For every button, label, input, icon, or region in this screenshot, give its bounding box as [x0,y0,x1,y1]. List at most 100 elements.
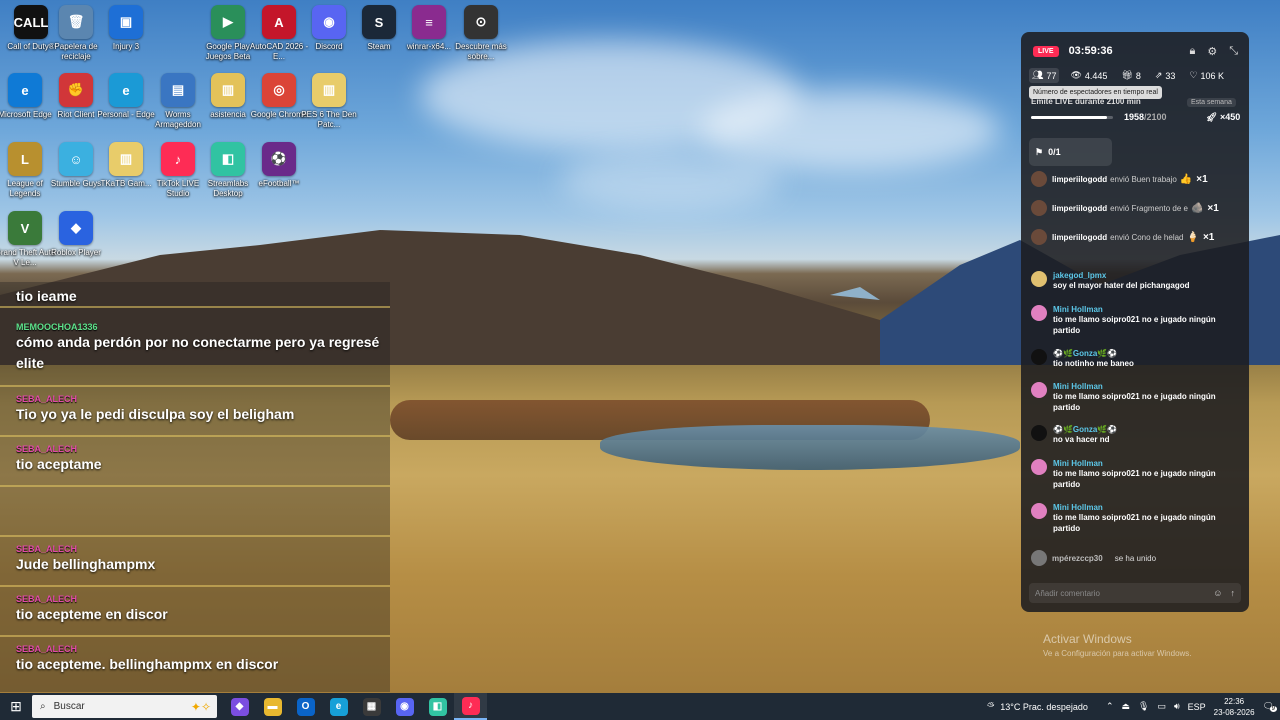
viewers-tooltip: Número de espectadores en tiempo real [1029,86,1162,99]
desktop-icon[interactable]: ▥ PES 6 The Den Patc... [298,73,360,130]
language-indicator[interactable]: ESP [1188,702,1206,712]
taskbar-app-file-explorer[interactable]: ▬ [256,693,289,720]
comment-author[interactable]: ⚽🌿Gonza🌿⚽ [1053,425,1117,434]
avatar [1031,305,1047,321]
chevron-up-icon[interactable]: ⌃ [1106,701,1114,712]
search-icon: ⌕ [40,701,46,712]
avatar [1031,382,1047,398]
comment-item: jakegod_lpmx soy el mayor hater del pich… [1031,271,1243,291]
comment-input[interactable]: Añadir comentario ☺ ↑ [1029,583,1241,603]
gift-action: envió Fragmento de e [1110,203,1188,213]
gift-event: limperiilogodd envió Cono de helad 🍦 ×1 [1031,228,1245,246]
app-icon: e [109,73,143,107]
comment-text: tio me llamo soipro021 no e jugado ningú… [1053,315,1216,335]
comment-text: tio me llamo soipro021 no e jugado ningú… [1053,513,1216,533]
collapse-icon[interactable]: ⤡ [1229,45,1238,58]
lock-icon[interactable]: 🔒︎ [1189,45,1195,58]
overlay-username: MEMOOCHOA1336 [16,322,98,332]
taskbar-app-edge[interactable]: e [322,693,355,720]
taskbar-app-copilot[interactable]: ◆ [223,693,256,720]
clock-date: 23-08-2026 [1213,707,1255,717]
goal-progress-bar [1031,116,1113,119]
emoji-icon[interactable]: ☺ [1213,588,1222,598]
tiktok-live-icon: ♪ [461,696,480,715]
app-icon: A [262,5,296,39]
app-icon: 🗑 [59,5,93,39]
windows-icon: ⊞ [10,698,22,714]
comment-item: ⚽🌿Gonza🌿⚽ no va hacer nd [1031,425,1243,445]
comment-author[interactable]: Mini Hollman [1053,305,1243,314]
rocket-icon: 🚀︎ [1206,112,1218,122]
start-button[interactable]: ⊞ [0,693,32,720]
overlay-username: SEBA_ALECH [16,594,78,604]
join-user[interactable]: mpérezccp30 [1052,554,1103,563]
comment-author[interactable]: jakegod_lpmx [1053,271,1189,280]
gift-user: limperiilogodd [1052,174,1108,184]
chat-overlay: tio ieame MEMOOCHOA1336 cómo anda perdón… [0,282,390,692]
views-stat[interactable]: 👁︎ 4.445 [1067,68,1110,83]
gift-count: ×1 [1207,202,1219,214]
gifts-stat[interactable]: 🎁︎ 8 [1118,68,1143,83]
desktop-icon-label: Roblox Player [51,248,101,257]
overlay-message: SEBA_ALECH tio acepteme en discor [16,594,386,625]
taskbar: ⊞ ⌕ Buscar ✦✧ ◆ ▬ Oe ▦ ◉ ◧ ♪ ⛅︎ 13°C Prac. des… [0,693,1280,720]
file-explorer-icon: ▬ [263,697,282,716]
desktop-icon-label: Injury 3 [112,42,140,51]
overlay-message: SEBA_ALECH tio acepteme. bellinghampmx e… [16,644,386,675]
edge-icon: e [329,697,348,716]
comment-text: tio notinho me baneo [1053,359,1134,368]
gift-count: ×1 [1202,231,1215,243]
mic-icon[interactable]: 🎙︎ [1138,701,1149,712]
viewers-count: 77 [1046,70,1057,81]
app-icon: ▤ [161,73,195,107]
shares-stat[interactable]: ⇗ 33 [1152,68,1179,83]
taskbar-apps: ◆ ▬ Oe ▦ ◉ ◧ ♪ [223,693,487,720]
desktop-icon-label: Descubre más sobre... [455,42,507,61]
desktop-icon[interactable]: ⊙ Descubre más sobre... [450,5,512,62]
app-icon: ☺ [59,142,93,176]
share-icon: ⇗ [1154,70,1163,80]
join-event: mpérezccp30 se ha unido [1031,550,1156,566]
taskbar-app-store[interactable]: ▦ [355,693,388,720]
send-icon[interactable]: ↑ [1231,588,1236,598]
watermark-title: Activar Windows [1043,632,1132,646]
clock[interactable]: 22:36 23-08-2026 [1214,696,1255,718]
lucky-value: 0/1 [1048,147,1061,157]
overlay-message: SEBA_ALECH Jude bellinghampmx [16,544,386,575]
comment-item: ⚽🌿Gonza🌿⚽ tio notinho me baneo [1031,349,1243,369]
comment-author[interactable]: ⚽🌿Gonza🌿⚽ [1053,349,1134,358]
comment-author[interactable]: Mini Hollman [1053,382,1243,391]
search-placeholder: Buscar [53,701,85,712]
gift-icon: 👍 [1179,173,1193,185]
taskbar-app-streamlabs[interactable]: ◧ [421,693,454,720]
desktop-icon[interactable]: ◆ Roblox Player [45,211,107,258]
app-icon: ▥ [211,73,245,107]
volume-icon[interactable]: 🔊︎ [1174,701,1180,712]
comment-author[interactable]: Mini Hollman [1053,503,1243,512]
gear-icon[interactable]: ⚙︎ [1207,45,1217,58]
taskbar-app-outlook[interactable]: O [289,693,322,720]
desktop-icon[interactable]: ⚽ eFootball™ [248,142,310,189]
taskbar-app-discord[interactable]: ◉ [388,693,421,720]
week-badge: Esta semana [1187,98,1236,107]
gifts-count: 8 [1135,70,1141,81]
usb-icon[interactable]: ⏏ [1121,701,1130,712]
likes-stat[interactable]: ♡ 106 K [1186,68,1227,83]
viewers-stat[interactable]: 👥︎ 77 [1029,68,1060,83]
desktop-icon[interactable]: ▣ Injury 3 [95,5,157,52]
store-icon: ▦ [362,697,381,716]
gift-icon: 🎁︎ [1121,70,1133,80]
gift-icon: 🍦 [1186,231,1199,243]
taskbar-search[interactable]: ⌕ Buscar ✦✧ [32,695,217,718]
taskbar-app-tiktok-live[interactable]: ♪ [454,693,487,720]
overlay-username: SEBA_ALECH [16,644,78,654]
weather-widget[interactable]: ⛅︎ 13°C Prac. despejado [987,701,1088,712]
weather-text: 13°C Prac. despejado [1000,701,1088,712]
desktop-icon-label: PES 6 The Den Patc... [301,110,357,129]
comment-author[interactable]: Mini Hollman [1053,459,1243,468]
lucky-box[interactable]: ⚑ 0/1 [1029,138,1112,166]
overlay-message-text: tio aceptame [16,456,102,472]
notification-button[interactable]: 🗨︎ 9 [1263,701,1277,712]
network-icon[interactable]: ▭ [1157,701,1166,712]
app-icon: ⚽ [262,142,296,176]
